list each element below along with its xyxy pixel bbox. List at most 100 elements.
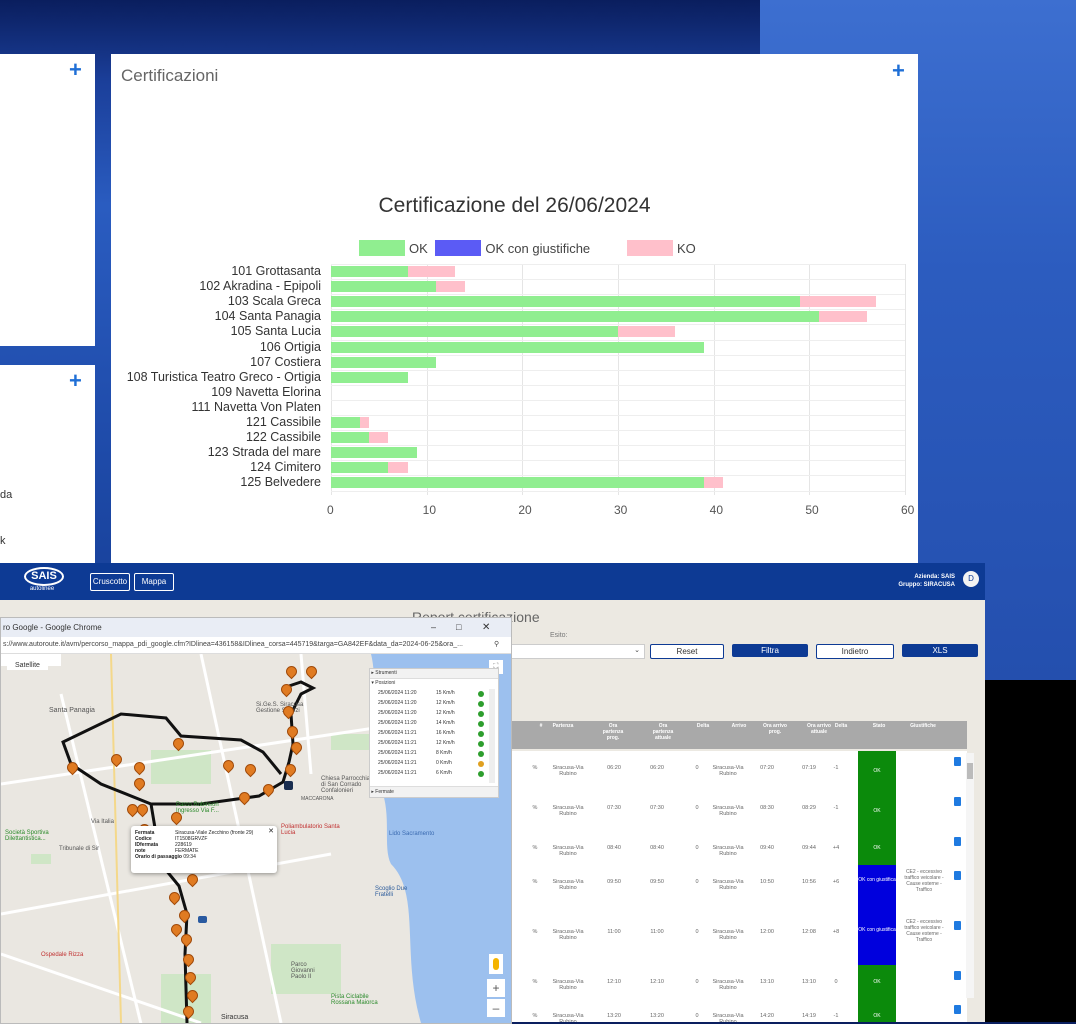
column-header[interactable]: Delta — [826, 723, 856, 729]
zoom-in-icon[interactable]: + — [487, 979, 505, 997]
trash-icon[interactable] — [954, 1005, 961, 1014]
bar-segment[interactable] — [331, 371, 408, 383]
column-header[interactable]: Ora arrivo prog. — [760, 723, 790, 735]
trash-icon[interactable] — [954, 837, 961, 846]
column-header[interactable]: Arrivo — [724, 723, 754, 729]
position-row[interactable]: 25/06/2024 11:21 12 Km/h — [378, 740, 488, 749]
legend-swatch[interactable] — [359, 240, 405, 256]
position-row[interactable]: 25/06/2024 11:20 12 Km/h — [378, 700, 488, 709]
legend-swatch[interactable] — [627, 240, 673, 256]
column-header[interactable]: Ora partenza attuale — [648, 723, 678, 741]
minimize-icon[interactable]: – — [431, 618, 436, 637]
trash-icon[interactable] — [954, 871, 961, 880]
y-tick-label: 101 Grottasanta — [231, 264, 321, 278]
bar-segment[interactable] — [331, 311, 819, 323]
table-cell: 11:00 — [607, 929, 621, 935]
positions-scrollbar[interactable] — [489, 689, 495, 783]
nav-mappa[interactable]: Mappa — [134, 573, 174, 591]
trash-icon[interactable] — [954, 757, 961, 766]
indietro-button[interactable]: Indietro — [816, 644, 894, 659]
reset-button[interactable]: Reset — [650, 644, 724, 659]
bar-segment[interactable] — [436, 281, 465, 293]
bar-segment[interactable] — [818, 311, 867, 323]
bar-segment[interactable] — [331, 296, 800, 308]
column-header[interactable]: Delta — [688, 723, 718, 729]
table-cell: 07:30 — [650, 805, 664, 811]
map-label: Lido Sacramento — [389, 831, 435, 837]
bus-icon[interactable] — [198, 916, 207, 923]
posizioni-header[interactable]: ▾ Posizioni — [370, 679, 498, 688]
close-icon[interactable]: ✕ — [482, 618, 490, 637]
table-cell: -1 — [833, 765, 839, 771]
bar-segment[interactable] — [331, 477, 705, 489]
table-cell: 14:19 — [802, 1013, 816, 1019]
strumenti-header[interactable]: ▸ Strumenti — [370, 669, 498, 679]
bar-segment[interactable] — [331, 462, 389, 474]
column-header[interactable]: Partenza — [548, 723, 578, 729]
position-row[interactable]: 25/06/2024 11:21 16 Km/h — [378, 730, 488, 739]
fermate-header[interactable]: ▸ Fermate — [370, 786, 498, 797]
trash-icon[interactable] — [954, 797, 961, 806]
position-time: 25/06/2024 11:20 — [378, 720, 417, 726]
bar-segment[interactable] — [331, 356, 437, 368]
map-type-satellite[interactable]: Satellite — [7, 661, 48, 670]
table-cell: 08:30 — [760, 805, 774, 811]
zoom-out-icon[interactable]: – — [487, 999, 505, 1017]
grid-line — [905, 264, 906, 495]
grid-line — [331, 369, 905, 371]
add-icon[interactable]: + — [69, 370, 82, 392]
position-speed: 16 Km/h — [436, 730, 455, 736]
position-row[interactable]: 25/06/2024 11:20 14 Km/h — [378, 720, 488, 729]
bar-segment[interactable] — [407, 266, 456, 277]
bar-segment[interactable] — [359, 417, 370, 428]
map-label: Santa Panagia — [49, 707, 95, 714]
bar-segment[interactable] — [331, 326, 618, 338]
bar-segment[interactable] — [704, 477, 724, 489]
bar-segment[interactable] — [799, 296, 877, 308]
table-cell: 08:40 — [607, 845, 621, 851]
certificazioni-panel: Certificazioni + Certificazione del 26/0… — [111, 54, 918, 566]
nav-cruscotto[interactable]: Cruscotto — [90, 573, 130, 591]
pegman-icon[interactable] — [489, 954, 503, 974]
esito-select[interactable]: ⌄ — [505, 644, 645, 659]
bar-segment[interactable] — [331, 432, 370, 444]
legend-label: OK — [409, 241, 428, 256]
info-close-icon[interactable]: ✕ — [268, 827, 274, 835]
scrollbar-thumb[interactable] — [967, 763, 973, 779]
column-header[interactable]: Giustifiche — [908, 723, 938, 729]
maximize-icon[interactable]: □ — [456, 618, 461, 637]
strumenti-label: Strumenti — [375, 670, 397, 676]
bar-segment[interactable] — [331, 447, 418, 459]
bus-icon[interactable] — [284, 781, 293, 790]
bar-segment[interactable] — [331, 266, 408, 277]
bar-segment[interactable] — [388, 462, 408, 474]
bar-segment[interactable] — [331, 341, 705, 353]
xls-button[interactable]: XLS — [902, 644, 978, 657]
status-badge: OK — [858, 751, 896, 791]
add-icon[interactable]: + — [69, 59, 82, 81]
filtra-button[interactable]: Filtra — [732, 644, 808, 657]
position-row[interactable]: 25/06/2024 11:21 0 Km/h — [378, 760, 488, 769]
column-header[interactable]: Stato — [864, 723, 894, 729]
trash-icon[interactable] — [954, 921, 961, 930]
position-row[interactable]: 25/06/2024 11:20 15 Km/h — [378, 690, 488, 699]
column-header[interactable]: Ora partenza prog. — [598, 723, 628, 741]
trash-icon[interactable] — [954, 971, 961, 980]
table-cell: 11:00 — [650, 929, 664, 935]
position-row[interactable]: 25/06/2024 11:21 8 Km/h — [378, 750, 488, 759]
avatar[interactable]: D — [963, 571, 979, 587]
position-row[interactable]: 25/06/2024 11:20 12 Km/h — [378, 710, 488, 719]
add-icon[interactable]: + — [892, 60, 905, 82]
bar-segment[interactable] — [618, 326, 676, 338]
position-row[interactable]: 25/06/2024 11:21 6 Km/h — [378, 770, 488, 779]
bar-segment[interactable] — [331, 281, 437, 293]
map[interactable]: Santa Panagia Società Sportiva Dilettant… — [1, 654, 511, 1023]
table-cell: 06:20 — [607, 765, 621, 771]
table-cell: 12:08 — [802, 929, 816, 935]
legend-swatch[interactable] — [435, 240, 482, 256]
table-scrollbar[interactable] — [966, 753, 974, 998]
bar-segment[interactable] — [331, 417, 360, 428]
url-bar[interactable]: s://www.autoroute.it/avm/percorso_mappa_… — [1, 637, 511, 654]
zoom-icon[interactable]: ⚲ — [494, 637, 499, 653]
bar-segment[interactable] — [369, 432, 389, 444]
